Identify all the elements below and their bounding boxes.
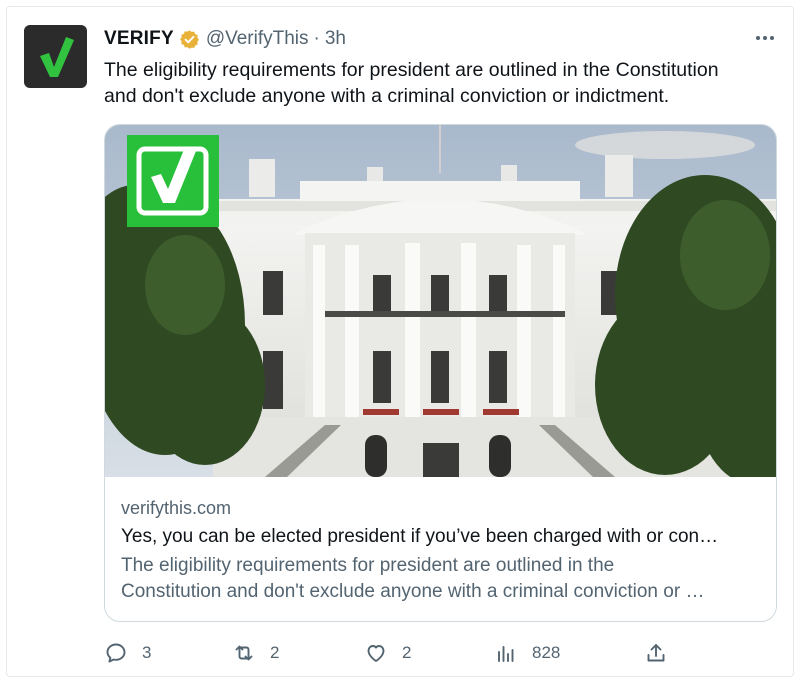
- tweet-header: VERIFY @VerifyThis · 3h: [104, 28, 346, 50]
- action-bar: 3 2 2 828: [104, 640, 674, 666]
- verify-logo-icon: [40, 37, 74, 77]
- more-icon-dot: [770, 36, 774, 40]
- card-description: The eligibility requirements for preside…: [121, 553, 760, 605]
- tweet-text: The eligibility requirements for preside…: [104, 57, 784, 109]
- repost-icon: [235, 645, 253, 661]
- avatar[interactable]: [24, 25, 87, 88]
- tweet-text-line: The eligibility requirements for preside…: [104, 59, 719, 81]
- card-domain: verifythis.com: [121, 498, 232, 518]
- heart-icon: [367, 645, 385, 662]
- views-button[interactable]: 828: [494, 640, 560, 666]
- share-icon: [647, 644, 665, 662]
- more-options-button[interactable]: [750, 26, 780, 50]
- reply-button[interactable]: 3: [104, 640, 151, 666]
- more-icon: [756, 36, 760, 40]
- verified-badge-icon[interactable]: [179, 29, 200, 50]
- card-description-line: Constitution and don't exclude anyone wi…: [121, 581, 705, 602]
- more-icon-dot: [763, 36, 767, 40]
- white-house-photo: [105, 125, 776, 477]
- reply-count: 3: [142, 643, 152, 662]
- repost-count: 2: [270, 643, 280, 662]
- views-chart-icon: [498, 646, 514, 662]
- author-name[interactable]: VERIFY: [104, 28, 174, 50]
- card-meta: verifythis.com Yes, you can be elected p…: [121, 496, 760, 605]
- views-count: 828: [532, 643, 561, 662]
- author-handle[interactable]: @VerifyThis: [206, 28, 309, 50]
- like-count: 2: [402, 643, 412, 662]
- share-button[interactable]: [644, 640, 668, 666]
- card-description-line: The eligibility requirements for preside…: [121, 555, 615, 576]
- card-title: Yes, you can be elected president if you…: [121, 526, 719, 547]
- tweet-text-line: and don't exclude anyone with a criminal…: [104, 85, 670, 107]
- link-card[interactable]: verifythis.com Yes, you can be elected p…: [104, 124, 777, 622]
- timestamp[interactable]: 3h: [325, 28, 346, 50]
- repost-button[interactable]: 2: [232, 640, 279, 666]
- separator-dot: ·: [313, 28, 320, 49]
- reply-icon: [106, 643, 126, 663]
- like-button[interactable]: 2: [364, 640, 411, 666]
